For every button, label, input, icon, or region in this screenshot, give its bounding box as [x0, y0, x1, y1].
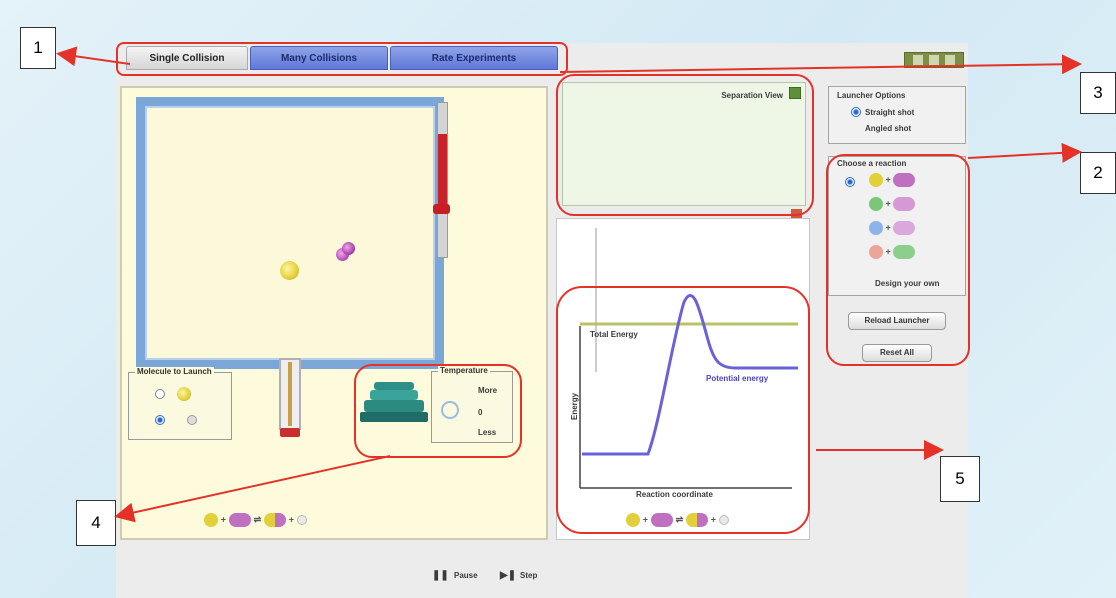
window-controls: [904, 52, 964, 68]
step-button[interactable]: Step: [520, 571, 537, 580]
reaction-equation-left: + ⇌ +: [204, 513, 404, 529]
clock-controls: ❚❚ Pause ▶❚ Step: [428, 566, 588, 586]
lid-handle[interactable]: [433, 204, 450, 214]
angled-shot-label: Angled shot: [865, 124, 912, 133]
straight-shot-radio[interactable]: [851, 107, 861, 117]
launcher-plunger[interactable]: [288, 362, 292, 426]
launcher-handle[interactable]: [280, 428, 300, 437]
launcher-options-title: Launcher Options: [837, 91, 906, 100]
annotation-box-1: [116, 42, 568, 76]
molecule-a[interactable]: [280, 261, 299, 280]
callout-2: 2: [1080, 152, 1116, 194]
pause-icon[interactable]: ❚❚: [432, 570, 449, 581]
launcher-options-panel: Launcher Options Straight shot Angled sh…: [828, 86, 966, 144]
launch-a-radio[interactable]: [155, 389, 165, 399]
molecule-c-icon: [187, 415, 197, 425]
callout-3: 3: [1080, 72, 1116, 114]
straight-shot-label: Straight shot: [865, 108, 915, 117]
close-icon[interactable]: [945, 55, 955, 65]
callout-1: 1: [20, 27, 56, 69]
molecule-bc-right[interactable]: [342, 242, 355, 255]
annotation-box-4: [354, 364, 522, 458]
step-icon[interactable]: ▶❚: [500, 570, 516, 581]
molecule-launch-panel: Molecule to Launch: [128, 367, 232, 440]
callout-4: 4: [76, 500, 116, 546]
annotation-box-3: [556, 74, 814, 216]
box-lid-slider[interactable]: [438, 134, 447, 208]
callout-5: 5: [940, 456, 980, 502]
minimize-icon[interactable]: [913, 55, 923, 65]
pause-button[interactable]: Pause: [454, 571, 478, 580]
launch-c-radio[interactable]: [155, 415, 165, 425]
annotation-box-2: [826, 154, 970, 366]
panel-title: Molecule to Launch: [135, 367, 214, 376]
maximize-icon[interactable]: [929, 55, 939, 65]
annotation-box-5: [556, 286, 810, 534]
molecule-a-icon: [177, 387, 191, 401]
reaction-box: [136, 97, 444, 369]
